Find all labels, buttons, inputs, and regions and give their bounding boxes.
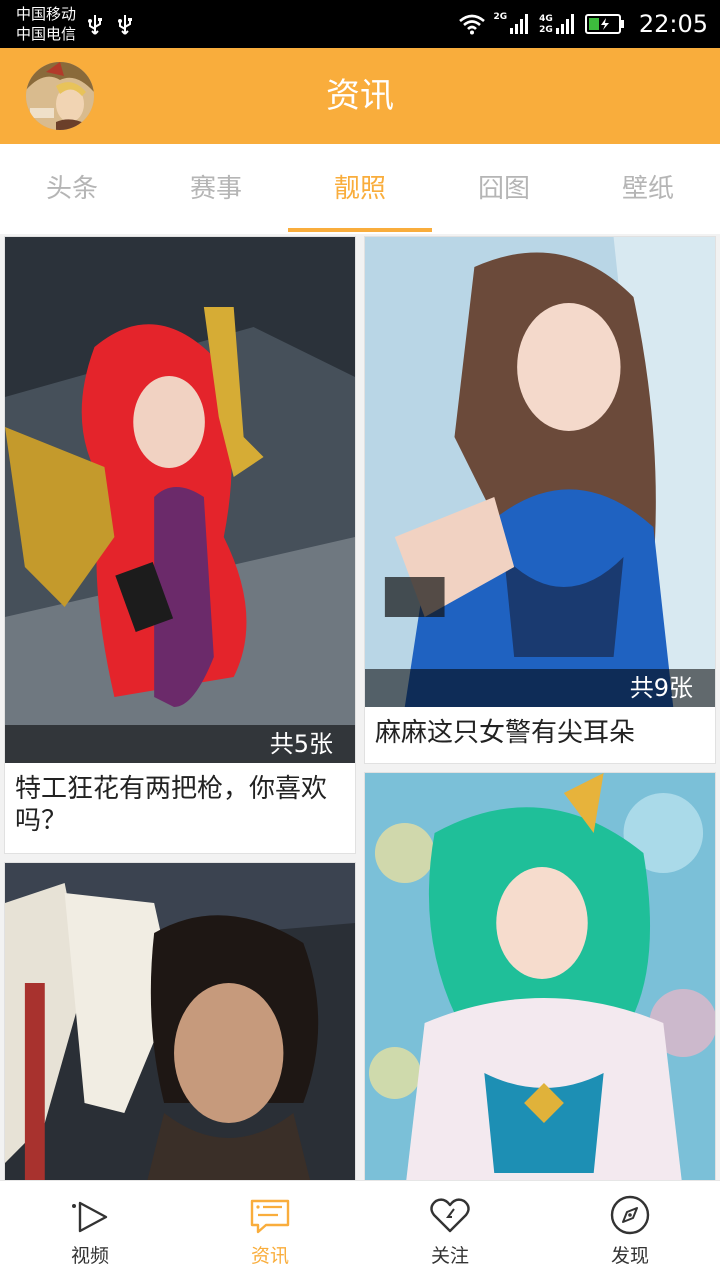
app-bar: 资讯	[0, 48, 720, 144]
message-icon	[250, 1199, 290, 1234]
nav-video[interactable]: 视频	[0, 1181, 180, 1280]
nav-discover[interactable]: 发现	[540, 1181, 720, 1280]
tab-headlines[interactable]: 头条	[0, 144, 144, 234]
signal-2: 4G 2G	[539, 13, 577, 35]
tab-wallpapers[interactable]: 壁纸	[576, 144, 720, 234]
wifi-icon	[458, 14, 485, 35]
play-icon	[72, 1201, 108, 1233]
cosplay-photo	[365, 773, 715, 1180]
tab-photos[interactable]: 靓照	[288, 144, 432, 234]
signal-bars-icon	[555, 14, 574, 34]
photo-grid: 共5张 特工狂花有两把枪，你喜欢吗？ 共9张 麻麻这只女警有尖耳朵	[0, 234, 720, 1180]
cosplay-photo	[5, 237, 355, 763]
status-icons: 2G 4G 2G 22:05	[458, 0, 708, 48]
cosplay-photo	[365, 237, 715, 707]
heart-icon	[430, 1198, 470, 1233]
card-title: 特工狂花有两把枪，你喜欢吗？	[15, 774, 328, 836]
nav-label: 发现	[610, 1245, 649, 1267]
nav-follow[interactable]: 关注	[360, 1181, 540, 1280]
status-bar: 中国移动 中国电信 2G 4G 2G 22:05	[0, 0, 720, 48]
bottom-nav: 视频 资讯 关注 发现	[0, 1180, 720, 1280]
nav-news[interactable]: 资讯	[180, 1181, 360, 1280]
cosplay-photo	[5, 863, 355, 1180]
compass-icon	[610, 1195, 650, 1235]
photo-count: 共9张	[365, 669, 715, 707]
signal-1: 2G	[494, 13, 532, 35]
network-type-1: 2G	[493, 12, 508, 22]
card-title: 麻麻这只女警有尖耳朵	[375, 718, 636, 748]
tab-events[interactable]: 赛事	[144, 144, 288, 234]
carrier-2: 中国电信	[16, 25, 77, 43]
photo-card[interactable]	[4, 862, 356, 1180]
signal-bars-icon	[510, 14, 529, 34]
photo-card[interactable]: 共9张 麻麻这只女警有尖耳朵	[364, 236, 716, 764]
carrier-1: 中国移动	[16, 5, 77, 23]
clock: 22:05	[638, 10, 708, 38]
carrier-info: 中国移动 中国电信	[16, 4, 76, 44]
battery-icon	[584, 14, 624, 34]
nav-label: 关注	[430, 1245, 469, 1267]
category-tabs: 头条 赛事 靓照 囧图 壁纸	[0, 144, 720, 234]
usb-icon	[118, 15, 132, 35]
network-type-2b: 2G	[539, 25, 553, 35]
nav-label: 资讯	[250, 1245, 289, 1267]
photo-card[interactable]	[364, 772, 716, 1180]
tab-funny[interactable]: 囧图	[432, 144, 576, 234]
photo-card[interactable]: 共5张 特工狂花有两把枪，你喜欢吗？	[4, 236, 356, 854]
network-type-2a: 4G	[539, 14, 553, 24]
nav-label: 视频	[70, 1245, 109, 1267]
page-title: 资讯	[326, 76, 394, 116]
usb-icon	[88, 15, 102, 35]
photo-count: 共5张	[5, 725, 355, 763]
